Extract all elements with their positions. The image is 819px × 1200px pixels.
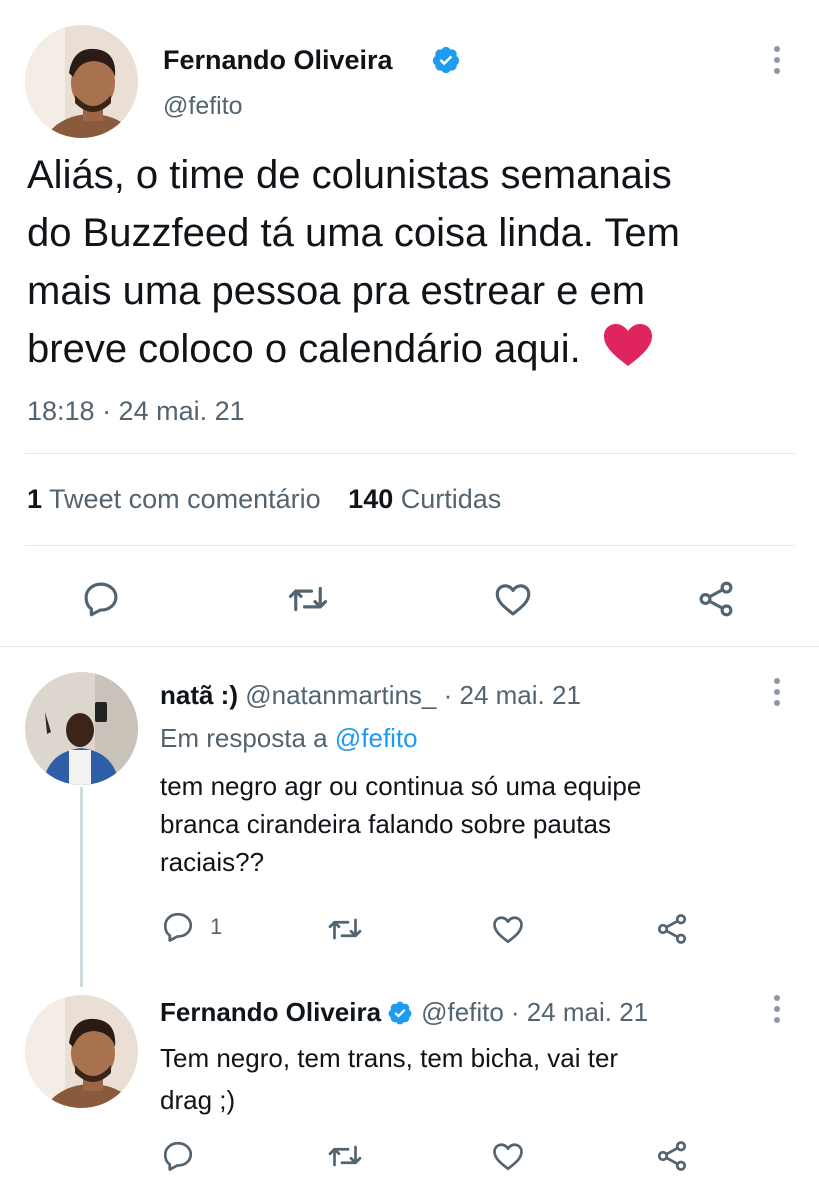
reply-author-name[interactable]: natã :) xyxy=(160,680,238,710)
red-heart-emoji-icon xyxy=(602,322,654,368)
tweet-timestamp[interactable]: 18:18 · 24 mai. 21 xyxy=(27,396,245,427)
reply-date[interactable]: · 24 mai. 21 xyxy=(511,997,648,1028)
reply-text: tem negro agr ou continua só uma equipe … xyxy=(160,767,780,881)
share-icon[interactable] xyxy=(695,578,737,620)
likes-stat[interactable]: 140 Curtidas xyxy=(348,484,501,514)
like-icon[interactable] xyxy=(492,578,534,620)
thread-line xyxy=(80,787,83,987)
verified-badge-icon xyxy=(387,1000,413,1026)
quotes-label: Tweet com comentário xyxy=(49,484,321,514)
retweet-icon[interactable] xyxy=(327,911,363,947)
tweet-text-line: do Buzzfeed tá uma coisa linda. Tem xyxy=(27,211,680,255)
share-icon[interactable] xyxy=(654,1138,690,1174)
reply-icon[interactable] xyxy=(160,909,196,945)
likes-label: Curtidas xyxy=(400,484,502,514)
reply-text-line: Tem negro, tem trans, tem bicha, vai ter xyxy=(160,1043,619,1073)
reply-text-line: drag ;) xyxy=(160,1085,236,1115)
retweet-icon[interactable] xyxy=(287,578,329,620)
tweet-text-line: Aliás, o time de colunistas semanais xyxy=(27,153,672,197)
likes-count: 140 xyxy=(348,484,394,514)
reply-author-avatar[interactable] xyxy=(25,995,138,1108)
reply-action[interactable]: 1 xyxy=(160,909,222,945)
reply-count: 1 xyxy=(210,914,223,939)
tweet-text: Aliás, o time de colunistas semanais do … xyxy=(27,146,797,378)
tweet-text-line: mais uma pessoa pra estrear e em xyxy=(27,269,646,313)
like-icon[interactable] xyxy=(490,1138,526,1174)
reply-author-name[interactable]: Fernando Oliveira xyxy=(160,997,381,1028)
quotes-stat[interactable]: 1 Tweet com comentário xyxy=(27,484,328,514)
reply-author-avatar[interactable] xyxy=(25,672,138,785)
divider xyxy=(25,453,795,454)
more-options-icon[interactable] xyxy=(773,46,781,74)
quotes-count: 1 xyxy=(27,484,43,514)
tweet-stats: 1 Tweet com comentário 140 Curtidas xyxy=(27,484,501,515)
reply-date[interactable]: · 24 mai. 21 xyxy=(444,680,581,710)
tweet-text-line-content: breve coloco o calendário aqui. xyxy=(27,327,581,371)
reply-text-line: tem negro agr ou continua só uma equipe xyxy=(160,771,642,801)
section-divider xyxy=(0,646,819,647)
share-icon[interactable] xyxy=(654,911,690,947)
replying-to: Em resposta a @fefito xyxy=(160,723,418,754)
reply-header: Fernando Oliveira @fefito · 24 mai. 21 xyxy=(160,997,648,1028)
reply-text-line: raciais?? xyxy=(160,847,265,877)
reply-icon[interactable] xyxy=(160,1138,196,1174)
reply-author-handle[interactable]: @fefito xyxy=(421,997,504,1028)
reply-text-line: branca cirandeira falando sobre pautas xyxy=(160,809,611,839)
more-options-icon[interactable] xyxy=(773,678,781,706)
divider xyxy=(25,545,795,546)
retweet-icon[interactable] xyxy=(327,1138,363,1174)
verified-badge-icon xyxy=(431,45,461,75)
like-icon[interactable] xyxy=(490,911,526,947)
author-name[interactable]: Fernando Oliveira xyxy=(163,45,393,76)
replying-to-label: Em resposta a xyxy=(160,723,328,753)
tweet-text-line: breve coloco o calendário aqui. xyxy=(27,320,797,378)
reply-text: Tem negro, tem trans, tem bicha, vai ter… xyxy=(160,1037,780,1121)
reply-author-handle[interactable]: @natanmartins_ xyxy=(245,680,436,710)
replying-to-handle[interactable]: @fefito xyxy=(335,723,418,753)
author-avatar[interactable] xyxy=(25,25,138,138)
more-options-icon[interactable] xyxy=(773,995,781,1023)
reply-header: natã :) @natanmartins_ · 24 mai. 21 xyxy=(160,680,581,711)
author-handle[interactable]: @fefito xyxy=(163,92,243,121)
reply-icon[interactable] xyxy=(80,578,122,620)
